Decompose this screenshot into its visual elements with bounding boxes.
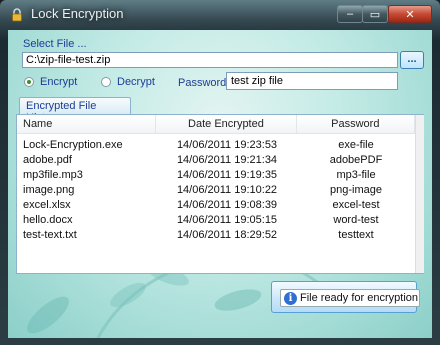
cell-name: hello.docx xyxy=(23,214,73,226)
table-row[interactable]: hello.docx 14/06/2011 19:05:15 word-test xyxy=(17,213,415,228)
status-text: File ready for encryption xyxy=(300,292,418,304)
close-icon: ✕ xyxy=(405,8,415,21)
cell-name: test-text.txt xyxy=(23,229,77,241)
select-file-label: Select File ... xyxy=(23,38,87,50)
title-bar[interactable]: Lock Encryption – ▭ ✕ xyxy=(0,0,440,30)
encrypt-radio[interactable] xyxy=(24,77,34,87)
column-header-password[interactable]: Password xyxy=(297,115,415,133)
history-panel: Name Date Encrypted Password Lock-Encryp… xyxy=(16,114,424,274)
tab-encrypted-file-history[interactable]: Encrypted File History xyxy=(19,97,131,124)
cell-date: 14/06/2011 19:23:53 xyxy=(176,139,278,151)
cell-date: 14/06/2011 19:05:15 xyxy=(176,214,278,226)
cell-date: 14/06/2011 19:21:34 xyxy=(176,154,278,166)
table-row[interactable]: test-text.txt 14/06/2011 18:29:52 testte… xyxy=(17,228,415,243)
cell-name: Lock-Encryption.exe xyxy=(23,139,123,151)
cell-name: image.png xyxy=(23,184,75,196)
minimize-button[interactable]: – xyxy=(337,5,363,23)
cell-password: testtext xyxy=(338,229,374,241)
file-path-field[interactable]: C:\zip-file-test.zip xyxy=(22,52,398,68)
vertical-scrollbar[interactable] xyxy=(415,115,424,273)
history-list[interactable]: Name Date Encrypted Password Lock-Encryp… xyxy=(17,115,415,273)
history-header: Name Date Encrypted Password xyxy=(17,115,415,134)
table-row[interactable]: image.png 14/06/2011 19:10:22 png-image xyxy=(17,183,415,198)
table-row[interactable]: mp3file.mp3 14/06/2011 19:19:35 mp3-file xyxy=(17,168,415,183)
status-tooltip: i File ready for encryption xyxy=(280,289,420,307)
cell-password: word-test xyxy=(333,214,379,226)
cell-date: 14/06/2011 19:08:39 xyxy=(176,199,278,211)
cell-name: mp3file.mp3 xyxy=(23,169,83,181)
decrypt-radio[interactable] xyxy=(101,77,111,87)
cell-password: png-image xyxy=(330,184,382,196)
maximize-button[interactable]: ▭ xyxy=(362,5,388,23)
cell-password: adobePDF xyxy=(329,154,383,166)
password-field[interactable]: test zip file xyxy=(226,72,398,90)
column-header-name[interactable]: Name xyxy=(17,115,157,133)
encrypt-radio-label[interactable]: Encrypt xyxy=(40,76,77,88)
info-icon: i xyxy=(284,292,297,305)
maximize-icon: ▭ xyxy=(369,8,381,21)
table-row[interactable]: excel.xlsx 14/06/2011 19:08:39 excel-tes… xyxy=(17,198,415,213)
window-title: Lock Encryption xyxy=(31,6,124,21)
cell-name: excel.xlsx xyxy=(23,199,71,211)
table-row[interactable]: adobe.pdf 14/06/2011 19:21:34 adobePDF xyxy=(17,153,415,168)
browse-button[interactable]: ... xyxy=(400,51,424,69)
table-row[interactable]: Lock-Encryption.exe 14/06/2011 19:23:53 … xyxy=(17,138,415,153)
cell-name: adobe.pdf xyxy=(23,154,72,166)
cell-password: excel-test xyxy=(332,199,380,211)
column-header-date[interactable]: Date Encrypted xyxy=(156,115,297,133)
cell-password: exe-file xyxy=(338,139,374,151)
password-label: Password xyxy=(178,77,227,89)
app-window: Lock Encryption – ▭ ✕ Select File ... C:… xyxy=(0,0,440,345)
cell-date: 14/06/2011 19:19:35 xyxy=(176,169,278,181)
lock-icon xyxy=(12,8,22,22)
minimize-icon: – xyxy=(346,8,354,20)
decrypt-radio-label[interactable]: Decrypt xyxy=(117,76,155,88)
cell-password: mp3-file xyxy=(336,169,376,181)
close-button[interactable]: ✕ xyxy=(388,5,432,23)
cell-date: 14/06/2011 19:10:22 xyxy=(176,184,278,196)
cell-date: 14/06/2011 18:29:52 xyxy=(176,229,278,241)
